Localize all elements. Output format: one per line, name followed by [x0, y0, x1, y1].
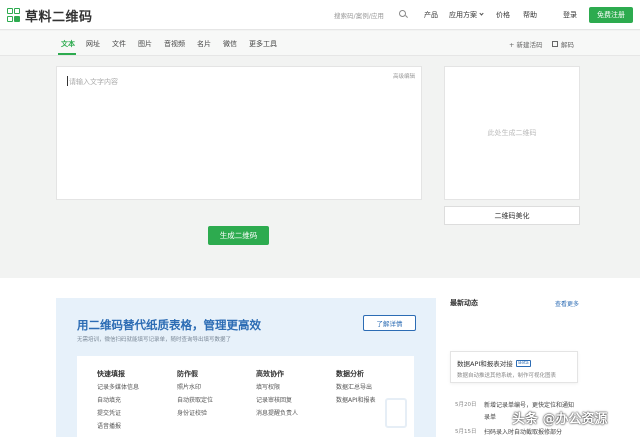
news-date: 5月15日 [455, 429, 477, 435]
tab-audio-video[interactable]: 音视频 [164, 39, 185, 49]
tab-business-card[interactable]: 名片 [197, 39, 211, 49]
qr-beautify-button[interactable]: 二维码美化 [444, 206, 580, 225]
feature-heading: 高效协作 [256, 370, 284, 378]
tab-image[interactable]: 图片 [138, 39, 152, 49]
type-tabbar: 文本 网址 文件 图片 音视频 名片 微信 更多工具 + 新建活码 解码 [0, 31, 640, 56]
register-button[interactable]: 免费注册 [589, 7, 633, 23]
news-featured-title-row: 数据API和报表对接 Beta [457, 358, 532, 368]
new-live-code-link[interactable]: + 新建活码 [509, 39, 543, 49]
news-featured-title: 数据API和报表对接 [457, 360, 513, 368]
chevron-down-icon [479, 11, 484, 16]
feature-item: 数据API和报表 [336, 397, 376, 404]
news-featured-subtitle: 数据自动推送其他系统，制作可视化图表 [457, 373, 557, 379]
nav-product[interactable]: 产品 [424, 10, 438, 20]
decorative-shape [385, 398, 407, 428]
decode-label: 解码 [561, 41, 574, 49]
watermark-text: 头条 @办公资源 [512, 412, 608, 427]
search-box[interactable]: 搜索码/案例/应用 [330, 7, 408, 22]
nav-solutions[interactable]: 应用方案 [449, 10, 484, 20]
feature-item: 自动填充 [97, 397, 122, 404]
feature-item: 记录审核回复 [256, 397, 293, 404]
news-item-link-cont[interactable]: 录单 [484, 412, 496, 421]
learn-more-button[interactable]: 了解详情 [363, 315, 416, 331]
login-link[interactable]: 登录 [563, 10, 577, 20]
feature-item: 填写权限 [256, 384, 281, 391]
beta-badge: Beta [515, 359, 532, 367]
banner-title: 用二维码替代纸质表格，管理更高效 [77, 318, 261, 332]
text-editor[interactable]: 请输入文字内容 高级编辑 [56, 66, 422, 200]
news-item-link[interactable]: 扫码录入时自动截取报修部分 [484, 427, 562, 436]
tab-more-tools[interactable]: 更多工具 [249, 39, 277, 49]
tab-wechat[interactable]: 微信 [223, 39, 237, 49]
news-date: 5月20日 [455, 402, 477, 408]
logo[interactable]: 草料二维码 [7, 6, 93, 25]
feature-item: 提交凭证 [97, 410, 122, 417]
news-more-link[interactable]: 查看更多 [555, 299, 579, 308]
logo-text: 草料二维码 [25, 10, 93, 25]
feature-item: 照片水印 [177, 384, 202, 391]
news-heading: 最新动态 [450, 299, 478, 307]
active-tab-indicator [58, 53, 76, 55]
advanced-edit-link[interactable]: 高级编辑 [393, 72, 415, 80]
feature-heading: 快速填报 [97, 370, 125, 378]
feature-item: 自动获取定位 [177, 397, 214, 404]
qr-preview-panel: 此处生成二维码 [444, 66, 580, 200]
text-caret [67, 76, 68, 86]
logo-icon [7, 7, 21, 24]
feature-item: 消息提醒负责人 [256, 410, 299, 417]
top-header: 草料二维码 搜索码/案例/应用 产品 应用方案 价格 帮助 登录 免费注册 [0, 0, 640, 30]
feature-heading: 防作假 [177, 370, 198, 378]
search-input[interactable]: 搜索码/案例/应用 [330, 10, 399, 20]
nav-help[interactable]: 帮助 [523, 10, 537, 20]
tab-text[interactable]: 文本 [61, 39, 75, 49]
qr-preview-placeholder: 此处生成二维码 [487, 129, 537, 137]
scan-icon [552, 41, 558, 47]
feature-item: 语音播报 [97, 423, 122, 430]
decode-link[interactable]: 解码 [552, 39, 574, 49]
feature-item: 身份证校验 [177, 410, 208, 417]
nav-solutions-label: 应用方案 [449, 11, 477, 19]
tab-url[interactable]: 网址 [86, 39, 100, 49]
nav-pricing[interactable]: 价格 [496, 10, 510, 20]
feature-item: 记录多媒体信息 [97, 384, 140, 391]
feature-item: 数据汇总导出 [336, 384, 373, 391]
generate-qr-button[interactable]: 生成二维码 [208, 226, 269, 245]
text-input-placeholder: 请输入文字内容 [69, 78, 118, 86]
tab-file[interactable]: 文件 [112, 39, 126, 49]
banner-subtitle: 无需培训，微信扫码就能填写记录单，随时查询导出填写数据了 [77, 337, 232, 343]
feature-heading: 数据分析 [336, 370, 364, 378]
search-icon[interactable] [399, 10, 408, 19]
